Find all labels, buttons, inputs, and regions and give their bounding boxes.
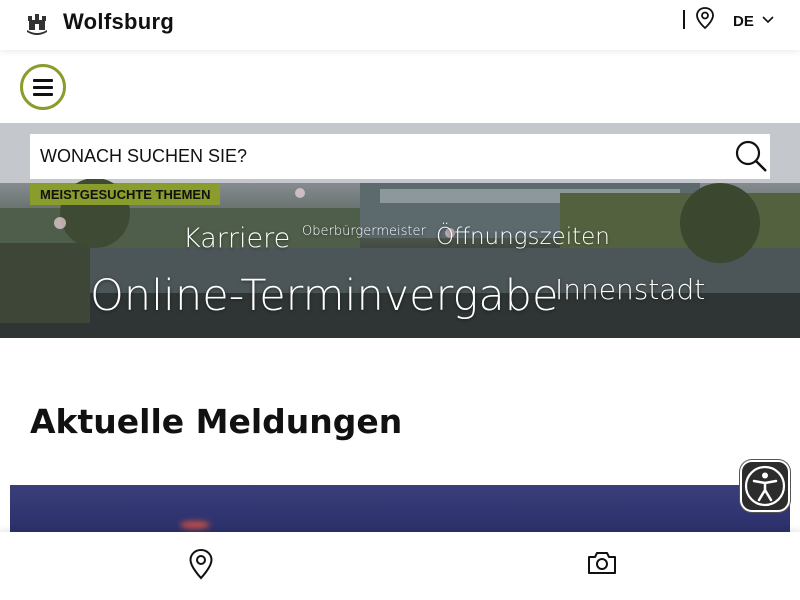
news-card[interactable]	[10, 469, 790, 539]
top-bar: Wolfsburg DE	[0, 0, 800, 50]
news-image[interactable]	[10, 485, 790, 539]
search-input[interactable]	[30, 134, 720, 179]
chevron-down-icon[interactable]	[761, 15, 775, 25]
most-searched-label: MEISTGESUCHTE THEMEN	[30, 184, 221, 205]
camera-icon[interactable]	[586, 550, 618, 576]
menu-line	[33, 79, 53, 82]
menu-row	[0, 50, 800, 123]
language-selector[interactable]: DE	[733, 13, 754, 30]
location-pin-icon[interactable]	[188, 548, 214, 580]
topic-link-oeffnungszeiten[interactable]: Öffnungszeiten	[436, 224, 610, 250]
header-divider	[683, 10, 685, 29]
hamburger-menu-button[interactable]	[20, 64, 66, 110]
topic-link-innenstadt[interactable]: Innenstadt	[555, 273, 705, 306]
search-bar	[30, 134, 770, 179]
topic-link-online-terminvergabe[interactable]: Online-Terminvergabe	[90, 271, 558, 321]
section-title: Aktuelle Meldungen	[30, 402, 403, 441]
accessibility-icon	[744, 465, 786, 507]
bottom-bar	[0, 532, 800, 600]
menu-line	[33, 86, 53, 89]
topic-link-karriere[interactable]: Karriere	[183, 223, 290, 254]
topic-link-oberbuergermeister[interactable]: Oberbürgermeister	[302, 224, 426, 239]
menu-line	[33, 93, 53, 96]
crest-logo-icon[interactable]	[26, 11, 48, 35]
hero-banner: MEISTGESUCHTE THEMEN Karriere Oberbürger…	[0, 123, 800, 338]
accessibility-button[interactable]	[740, 460, 790, 512]
search-icon[interactable]	[733, 138, 769, 174]
location-pin-icon[interactable]	[694, 6, 716, 30]
brand-name[interactable]: Wolfsburg	[63, 9, 174, 35]
